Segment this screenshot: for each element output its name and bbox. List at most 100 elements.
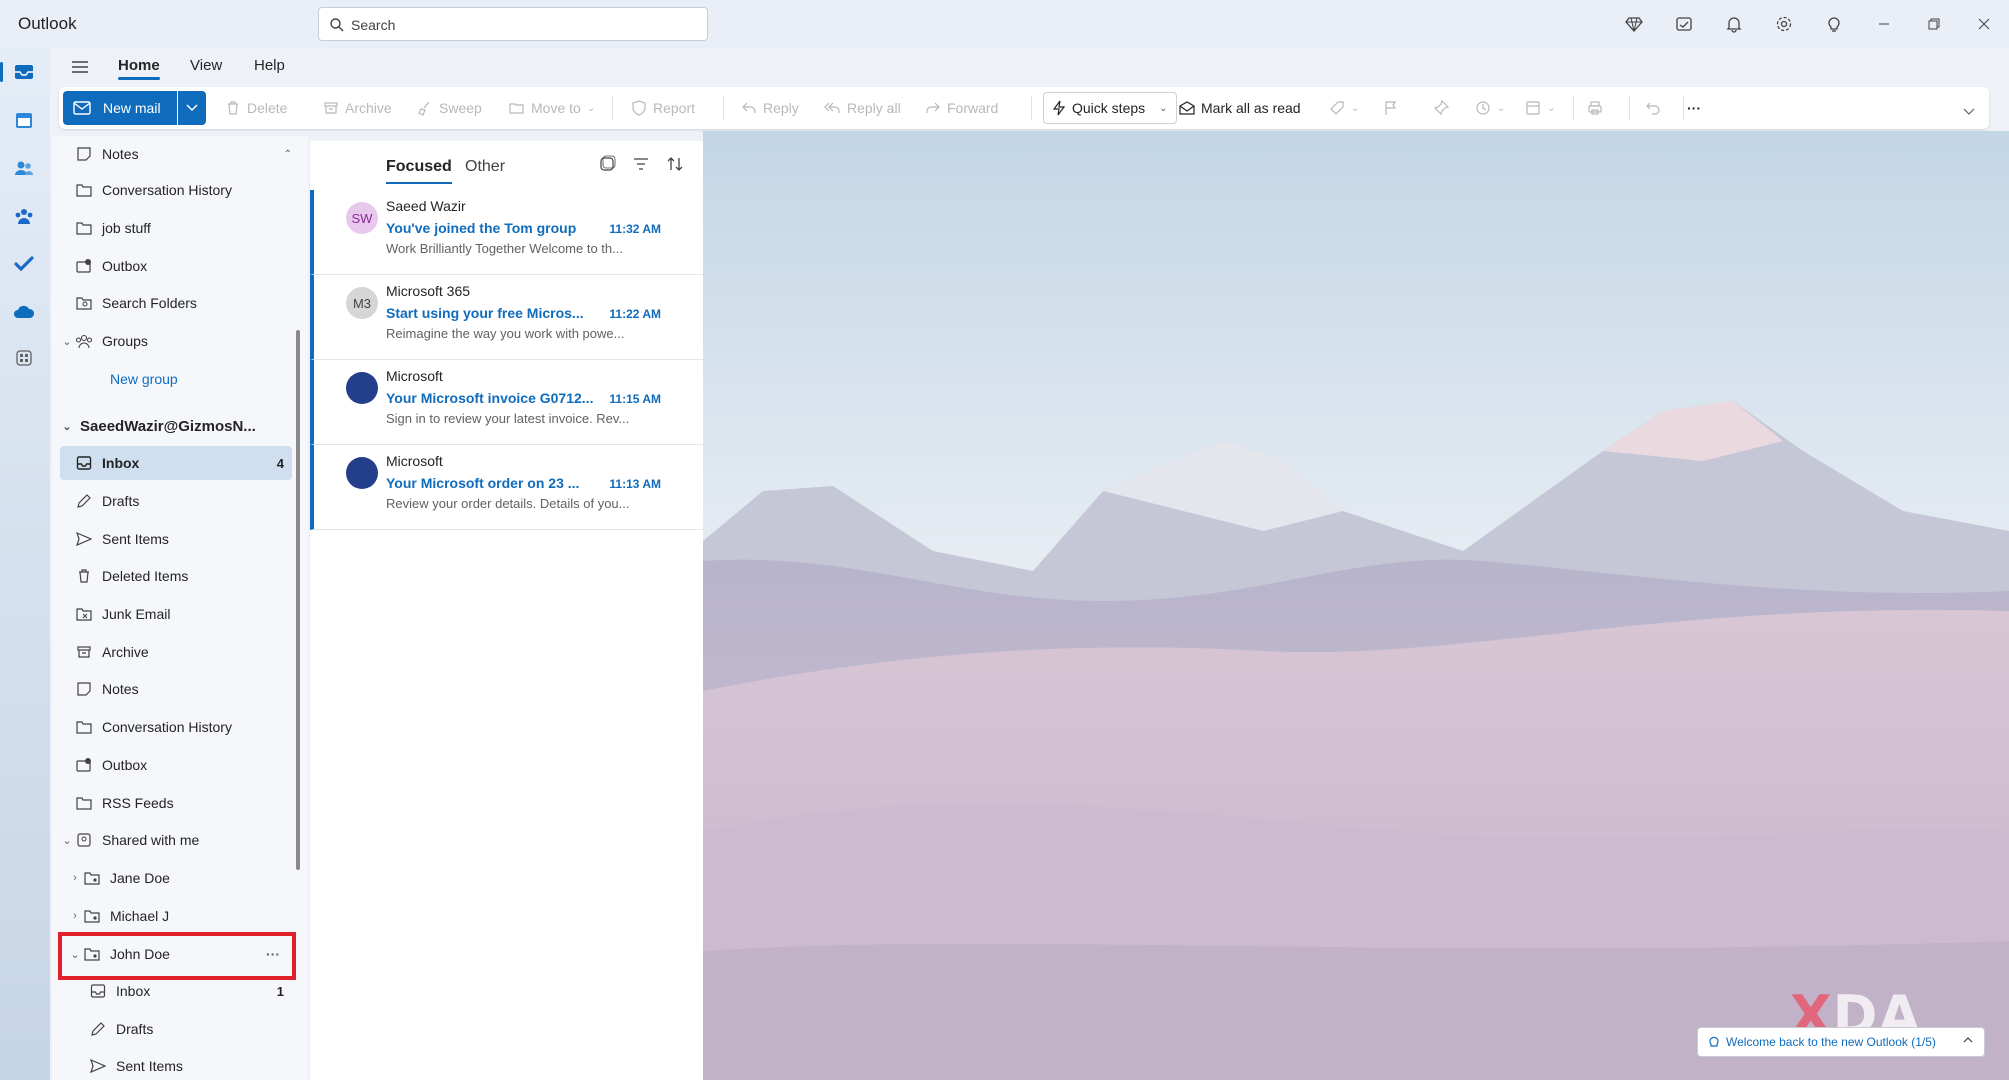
undo-icon — [1646, 102, 1660, 115]
folder-conversation-history[interactable]: Conversation History — [60, 173, 292, 207]
avatar — [346, 372, 378, 404]
ribbon-expand-chevron-icon[interactable] — [1963, 95, 1975, 129]
folder-outbox[interactable]: Outbox — [60, 249, 292, 283]
message-subject: Start using your free Micros... — [386, 305, 584, 321]
message-time: 11:13 AM — [609, 477, 661, 491]
shared-with-me-header[interactable]: ⌄ Shared with me — [60, 823, 292, 857]
ribbon-toolbar: New mail Delete Archive Sweep Move to ⌄ R… — [59, 87, 1989, 129]
folder-label: Search Folders — [102, 295, 197, 311]
sort-icon[interactable] — [666, 155, 684, 178]
archive-button[interactable]: Archive — [323, 91, 392, 125]
rules-button[interactable]: ⌄ — [1525, 91, 1555, 125]
undo-button[interactable] — [1645, 91, 1661, 125]
more-apps-icon[interactable] — [10, 344, 38, 372]
close-icon[interactable] — [1959, 0, 2009, 48]
folder-drafts[interactable]: Drafts — [60, 484, 292, 518]
tab-home[interactable]: Home — [118, 57, 160, 80]
folder-move-icon — [509, 103, 524, 114]
message-item[interactable]: M3 Microsoft 365 Start using your free M… — [310, 275, 703, 360]
message-sender: Microsoft — [386, 453, 443, 469]
reply-all-button[interactable]: Reply all — [823, 91, 901, 125]
tab-other[interactable]: Other — [465, 158, 505, 176]
groups-header[interactable]: ⌄ Groups — [60, 324, 292, 358]
people-app-icon[interactable] — [10, 154, 38, 182]
outbox-icon — [74, 755, 94, 775]
print-button[interactable] — [1587, 91, 1603, 125]
tag-button[interactable]: ⌄ — [1329, 91, 1359, 125]
tab-focused[interactable]: Focused — [386, 158, 452, 184]
flag-button[interactable] — [1383, 91, 1399, 125]
search-input[interactable]: Search — [318, 7, 708, 41]
new-group-link[interactable]: New group — [60, 362, 292, 396]
menu-row: Home View Help — [50, 48, 2009, 86]
move-to-button[interactable]: Move to ⌄ — [509, 91, 595, 125]
minimize-icon[interactable] — [1859, 0, 1909, 48]
filter-icon[interactable] — [632, 155, 650, 178]
quick-steps-button[interactable]: Quick steps ⌄ — [1043, 92, 1177, 124]
bell-icon[interactable] — [1709, 0, 1759, 48]
tab-help[interactable]: Help — [254, 57, 285, 74]
folder-pane-scrollbar[interactable] — [296, 330, 300, 870]
shared-jane-doe[interactable]: › Jane Doe — [60, 861, 292, 895]
message-item[interactable]: Microsoft Your Microsoft invoice G0712..… — [310, 360, 703, 445]
pin-button[interactable] — [1433, 91, 1449, 125]
new-mail-label: New mail — [103, 100, 161, 116]
groups-app-icon[interactable] — [10, 202, 38, 230]
folder-search-folders[interactable]: Search Folders — [60, 286, 292, 320]
send-icon — [74, 529, 94, 549]
select-icon[interactable] — [598, 155, 616, 178]
mail-app-icon[interactable] — [0, 58, 38, 86]
folder-job-stuff[interactable]: job stuff — [60, 211, 292, 245]
chevron-down-icon: ⌄ — [62, 834, 72, 847]
onedrive-app-icon[interactable] — [10, 298, 38, 326]
folder-inbox[interactable]: Inbox 4 — [60, 446, 292, 480]
broom-icon — [418, 101, 430, 116]
report-button[interactable]: Report — [631, 91, 695, 125]
todo-app-icon[interactable] — [10, 250, 38, 278]
shared-michael-j[interactable]: › Michael J — [60, 899, 292, 933]
message-item[interactable]: Microsoft Your Microsoft order on 23 ...… — [310, 445, 703, 530]
app-rail — [0, 48, 50, 1080]
message-time: 11:32 AM — [609, 222, 661, 236]
folder-deleted-items[interactable]: Deleted Items — [60, 559, 292, 593]
printer-icon — [1588, 101, 1602, 115]
mark-all-read-label: Mark all as read — [1201, 100, 1301, 116]
my-day-icon[interactable] — [1659, 0, 1709, 48]
reply-button[interactable]: Reply — [741, 91, 799, 125]
folder-notes[interactable]: Notes ⌃ — [60, 137, 292, 171]
delete-button[interactable]: Delete — [225, 91, 287, 125]
new-mail-dropdown[interactable] — [178, 91, 206, 125]
lightbulb-icon[interactable] — [1809, 0, 1859, 48]
folder-icon — [74, 218, 94, 238]
account-header[interactable]: ⌄ SaeedWazir@GizmosN... — [60, 409, 292, 443]
welcome-toast[interactable]: Welcome back to the new Outlook (1/5) — [1697, 1027, 1985, 1057]
folder-label: Inbox — [116, 983, 151, 999]
sweep-button[interactable]: Sweep — [417, 91, 482, 125]
folder-junk-email[interactable]: Junk Email — [60, 597, 292, 631]
folder-notes-account[interactable]: Notes — [60, 672, 292, 706]
trash-icon — [74, 566, 94, 586]
restore-icon[interactable] — [1909, 0, 1959, 48]
new-mail-button[interactable]: New mail — [63, 91, 177, 125]
chevron-down-icon — [186, 104, 198, 112]
calendar-app-icon[interactable] — [10, 106, 38, 134]
john-folder-sent-items[interactable]: Sent Items — [60, 1049, 292, 1080]
folder-icon — [74, 717, 94, 737]
more-options-button[interactable]: ··· — [1687, 91, 1701, 125]
premium-diamond-icon[interactable] — [1609, 0, 1659, 48]
gear-icon[interactable] — [1759, 0, 1809, 48]
hamburger-menu-icon[interactable] — [70, 58, 90, 81]
tab-view[interactable]: View — [190, 57, 222, 74]
snooze-button[interactable]: ⌄ — [1475, 91, 1505, 125]
mark-all-read-button[interactable]: Mark all as read — [1179, 91, 1301, 125]
forward-button[interactable]: Forward — [925, 91, 998, 125]
folder-outbox-account[interactable]: Outbox — [60, 748, 292, 782]
folder-conversation-history-account[interactable]: Conversation History — [60, 710, 292, 744]
folder-rss-feeds[interactable]: RSS Feeds — [60, 786, 292, 820]
chevron-up-icon[interactable] — [1962, 1034, 1974, 1046]
john-folder-drafts[interactable]: Drafts — [60, 1012, 292, 1046]
folder-sent-items[interactable]: Sent Items — [60, 522, 292, 556]
reply-all-label: Reply all — [847, 100, 901, 116]
folder-archive[interactable]: Archive — [60, 635, 292, 669]
message-item[interactable]: SW Saeed Wazir You've joined the Tom gro… — [310, 190, 703, 275]
